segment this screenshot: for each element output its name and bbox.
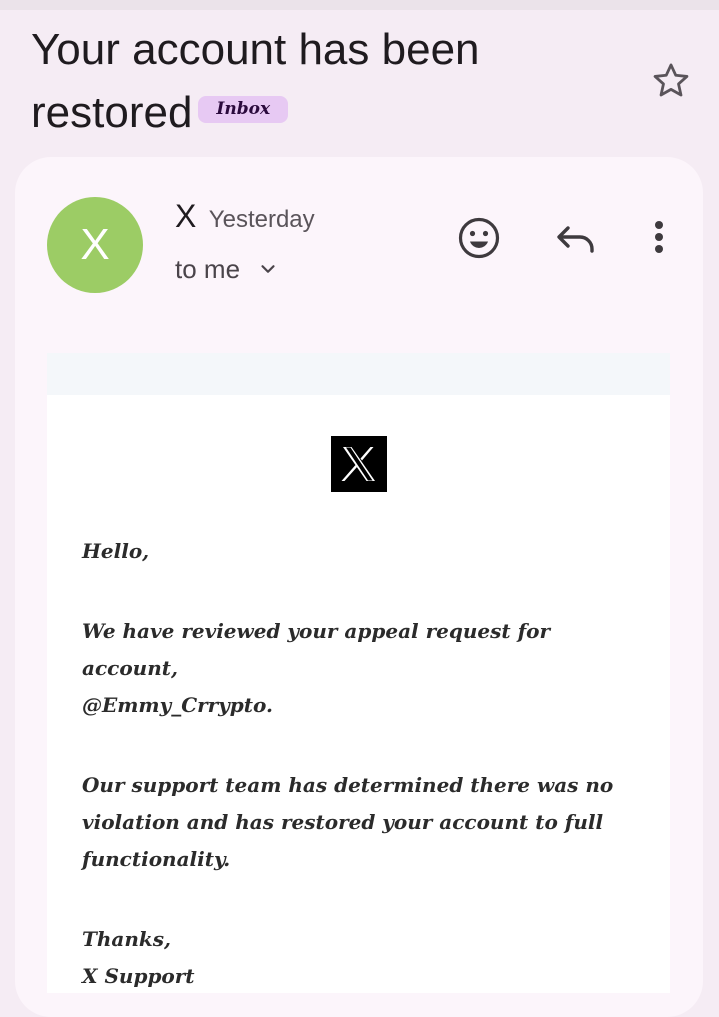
subject-line-2-text: restored: [31, 88, 193, 137]
status-strip: [0, 0, 719, 10]
sender-name[interactable]: X: [175, 198, 196, 234]
paragraph-1-line-1: We have reviewed your appeal request for…: [82, 619, 551, 680]
email-subject: Your account has been restored Inbox: [31, 18, 621, 144]
recipient-label: to me: [175, 254, 241, 284]
email-message: Hello, We have reviewed your appeal requ…: [82, 533, 652, 995]
more-vert-icon: [655, 221, 663, 253]
add-reaction-icon: [458, 217, 500, 259]
x-logo: [331, 436, 387, 492]
star-button[interactable]: [650, 60, 692, 102]
account-handle: @Emmy_Crrypto.: [82, 693, 273, 717]
star-outline-icon: [653, 63, 689, 97]
chevron-down-icon: [261, 265, 275, 273]
email-body: Hello, We have reviewed your appeal requ…: [47, 353, 670, 993]
paragraph-2-line-3: functionality.: [82, 847, 231, 871]
subject-line-1: Your account has been: [31, 25, 480, 74]
add-reaction-button[interactable]: [455, 214, 503, 262]
reply-icon: [557, 226, 594, 253]
sender-avatar[interactable]: X: [47, 197, 143, 293]
paragraph-2-line-2: violation and has restored your account …: [82, 810, 604, 834]
signoff: Thanks,: [82, 927, 172, 951]
message-time: Yesterday: [208, 206, 315, 233]
greeting: Hello,: [82, 539, 150, 563]
paragraph-2-line-1: Our support team has determined there wa…: [82, 773, 614, 797]
sender-row: X Yesterday: [175, 198, 315, 238]
reply-button[interactable]: [552, 214, 600, 262]
subject-line-2: restored Inbox: [31, 81, 621, 144]
more-options-button[interactable]: [635, 214, 683, 262]
inbox-label-chip[interactable]: Inbox: [198, 95, 289, 123]
signature: X Support: [82, 964, 195, 988]
recipient-details-toggle[interactable]: to me: [175, 252, 279, 286]
x-logo-mark-icon: [341, 447, 375, 481]
body-header-band: [47, 353, 670, 395]
